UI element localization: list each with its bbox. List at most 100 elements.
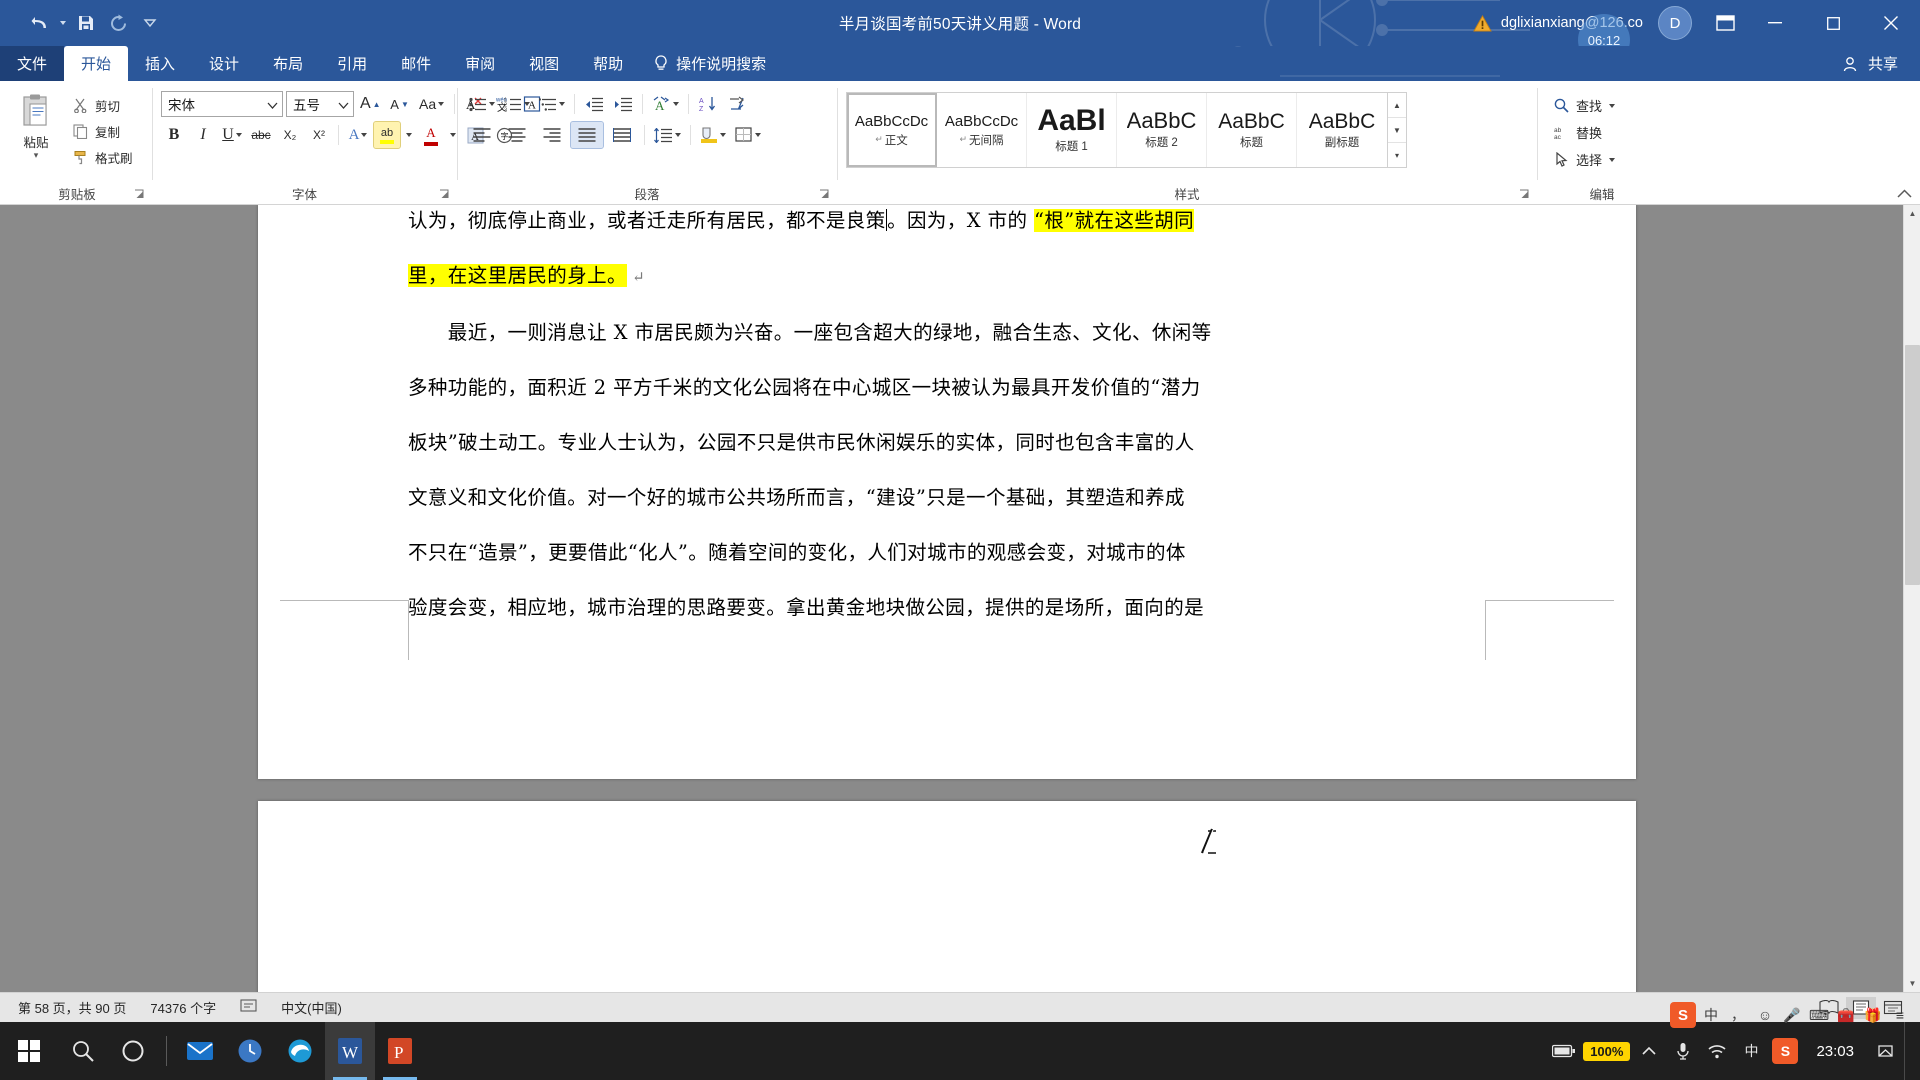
borders-button[interactable] [732,122,764,148]
justify-button[interactable] [570,121,604,149]
taskbar-search-icon[interactable] [58,1022,108,1080]
chevron-down-icon[interactable] [338,97,349,112]
paragraph-dialog-launcher[interactable] [819,189,830,200]
format-painter-button[interactable]: 格式刷 [67,146,138,169]
style-subtitle[interactable]: AaBbC 副标题 [1297,93,1387,167]
copy-button[interactable]: 复制 [67,120,138,143]
sogou-ime-bar[interactable]: S 中 ， ☺ 🎤 ⌨ 🧰 🎁 ≡ [1666,1000,1920,1030]
avatar[interactable]: D [1658,6,1692,40]
tray-microphone-icon[interactable] [1668,1022,1698,1080]
taskbar-powerpoint[interactable]: P [375,1022,425,1080]
scroll-up-button[interactable]: ▲ [1904,205,1920,222]
styles-dialog-launcher[interactable] [1519,189,1530,200]
language-indicator[interactable]: 中文(中国) [269,998,354,1017]
multilevel-list-button[interactable] [536,91,568,117]
tray-battery-icon[interactable] [1549,1022,1579,1080]
tray-network-icon[interactable] [1702,1022,1732,1080]
ime-gift-icon[interactable]: 🎁 [1861,1002,1885,1028]
find-dropdown-icon[interactable] [1609,103,1616,108]
document-canvas[interactable]: 认为，彻底停止商业，或者迁走所有居民，都不是良策。因为，X 市的 “根”就在这些… [0,205,1920,992]
font-color-button[interactable]: A [418,122,444,148]
change-case-button[interactable]: Aa [416,91,448,117]
ime-keyboard-icon[interactable]: ⌨ [1807,1002,1831,1028]
vertical-scrollbar[interactable]: ▲ ▼ [1903,205,1920,992]
underline-button[interactable]: U [219,122,245,148]
maximize-button[interactable] [1804,0,1862,46]
tab-mailings[interactable]: 邮件 [384,46,448,81]
cortana-circle-icon[interactable] [108,1022,158,1080]
paste-dropdown-icon[interactable]: ▾ [34,151,39,160]
show-desktop-button[interactable] [1904,1022,1914,1080]
styles-gallery[interactable]: AaBbCcDc ↵正文 AaBbCcDc ↵无间隔 AaBl 标题 1 A [846,92,1388,168]
word-count[interactable]: 74376 个字 [138,998,228,1017]
strikethrough-button[interactable]: abc [248,122,274,148]
close-button[interactable] [1862,0,1920,46]
line-spacing-button[interactable] [651,122,684,148]
minimize-button[interactable] [1746,0,1804,46]
text-highlight-button[interactable]: ab [373,121,401,149]
align-right-button[interactable] [536,122,568,148]
ime-mode-chinese[interactable]: 中 [1699,1002,1723,1028]
quick-access-toolbar[interactable] [24,8,165,38]
tab-help[interactable]: 帮助 [576,46,640,81]
page-text-block[interactable]: 认为，彻底停止商业，或者迁走所有居民，都不是良策。因为，X 市的 “根”就在这些… [408,205,1486,635]
styles-scroll-up-button[interactable]: ▲ [1388,93,1406,118]
select-button[interactable]: 选择 [1548,147,1621,172]
style-heading-2[interactable]: AaBbC 标题 2 [1117,93,1207,167]
document-page-58[interactable]: 认为，彻底停止商业，或者迁走所有居民，都不是良策。因为，X 市的 “根”就在这些… [258,205,1636,779]
tab-file[interactable]: 文件 [0,46,65,81]
ime-menu-icon[interactable]: ≡ [1888,1002,1912,1028]
find-button[interactable]: 查找 [1548,93,1621,118]
undo-dropdown-icon[interactable] [56,8,69,38]
tab-insert[interactable]: 插入 [128,46,192,81]
tray-clock[interactable]: 23:03 [1804,1043,1866,1060]
text-effects-button[interactable]: A [345,122,371,148]
style-heading-1[interactable]: AaBl 标题 1 [1027,93,1117,167]
increase-indent-button[interactable] [610,91,636,117]
tray-language-indicator[interactable]: 中 [1736,1022,1766,1080]
windows-start-icon[interactable] [0,1022,58,1080]
taskbar-edge[interactable] [275,1022,325,1080]
distribute-button[interactable] [606,122,638,148]
share-button[interactable]: 共享 [1833,46,1920,81]
scroll-thumb[interactable] [1905,345,1920,585]
ime-punctuation-toggle[interactable]: ， [1726,1002,1750,1028]
tell-me-search[interactable]: 操作说明搜索 [640,46,780,81]
asian-layout-button[interactable]: A [649,91,682,117]
tab-references[interactable]: 引用 [320,46,384,81]
superscript-button[interactable]: X² [306,122,332,148]
tab-design[interactable]: 设计 [192,46,256,81]
customize-qat-icon[interactable] [135,8,165,38]
taskbar-word[interactable]: W [325,1022,375,1080]
chevron-down-icon[interactable] [267,97,278,112]
shading-button[interactable] [697,122,729,148]
ime-emoji-icon[interactable]: ☺ [1753,1002,1777,1028]
save-icon[interactable] [71,8,101,38]
tab-home[interactable]: 开始 [64,46,129,81]
grow-font-button[interactable]: A ▲ [357,91,384,117]
align-left-button[interactable] [466,122,498,148]
select-dropdown-icon[interactable] [1609,157,1616,162]
battery-percent-badge[interactable]: 100% [1583,1041,1631,1061]
clipboard-dialog-launcher[interactable] [134,189,145,200]
tab-review[interactable]: 审阅 [448,46,512,81]
ime-voice-icon[interactable]: 🎤 [1780,1002,1804,1028]
style-no-spacing[interactable]: AaBbCcDc ↵ 无间隔 [937,93,1027,167]
paste-button[interactable]: 粘贴 ▾ [7,91,65,160]
redo-icon[interactable] [103,8,133,38]
style-normal[interactable]: AaBbCcDc ↵ 正文 [847,93,937,167]
styles-more-button[interactable]: ▾ [1388,143,1406,167]
scroll-down-button[interactable]: ▼ [1904,975,1920,992]
undo-icon[interactable] [24,8,54,38]
proofing-errors-icon[interactable] [228,998,269,1017]
tray-expand-icon[interactable] [1634,1022,1664,1080]
replace-button[interactable]: ab ac 替换 [1548,120,1621,145]
taskbar-clock-app[interactable] [225,1022,275,1080]
shrink-font-button[interactable]: A ▼ [387,91,413,117]
ime-toolbox-icon[interactable]: 🧰 [1834,1002,1858,1028]
styles-scroll-down-button[interactable]: ▼ [1388,118,1406,143]
italic-button[interactable]: I [190,122,216,148]
bullets-button[interactable] [466,91,498,117]
tab-view[interactable]: 视图 [512,46,576,81]
subscript-button[interactable]: X₂ [277,122,303,148]
